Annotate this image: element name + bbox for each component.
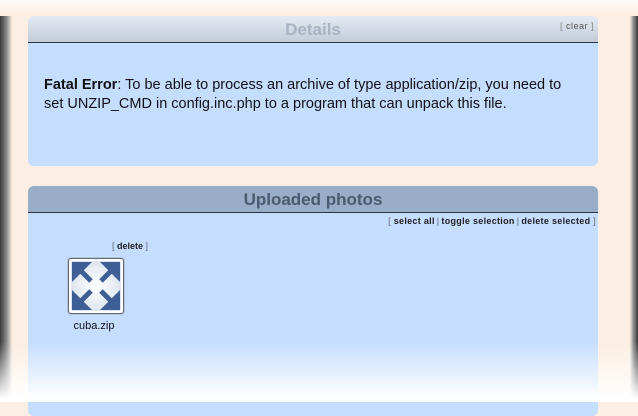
photo-filename[interactable]: cuba.zip xyxy=(58,320,130,332)
clear-link[interactable]: [ clear ] xyxy=(560,21,594,31)
details-header: Details [ clear ] xyxy=(28,16,598,43)
details-panel: Details [ clear ] Fatal Error: To be abl… xyxy=(28,16,598,166)
uploaded-photos-panel: Uploaded photos [ select all | toggle sele… xyxy=(28,186,598,416)
error-label: Fatal Error xyxy=(44,77,118,93)
select-all-link[interactable]: select all xyxy=(394,216,435,226)
details-title: Details xyxy=(285,20,341,39)
archive-arrows-icon xyxy=(71,261,121,311)
thumb-delete-link[interactable]: [ delete ] xyxy=(112,241,148,251)
clear-label[interactable]: clear xyxy=(566,21,588,31)
window-shadow-right xyxy=(630,0,638,402)
error-body: : To be able to process an archive of ty… xyxy=(44,77,562,112)
thumb-delete-label[interactable]: delete xyxy=(117,241,143,251)
window-shadow-left xyxy=(0,0,12,402)
error-message: Fatal Error: To be able to process an ar… xyxy=(44,76,584,114)
uploaded-photos-title: Uploaded photos xyxy=(243,190,383,209)
photo-thumbnail[interactable] xyxy=(68,258,124,314)
top-fade xyxy=(0,0,638,16)
uploaded-photos-header: Uploaded photos xyxy=(28,186,598,213)
toggle-selection-link[interactable]: toggle selection xyxy=(441,216,514,226)
photo-actions: [ select all | toggle selection | delete sel… xyxy=(388,216,596,226)
delete-selected-link[interactable]: delete selected xyxy=(521,216,590,226)
